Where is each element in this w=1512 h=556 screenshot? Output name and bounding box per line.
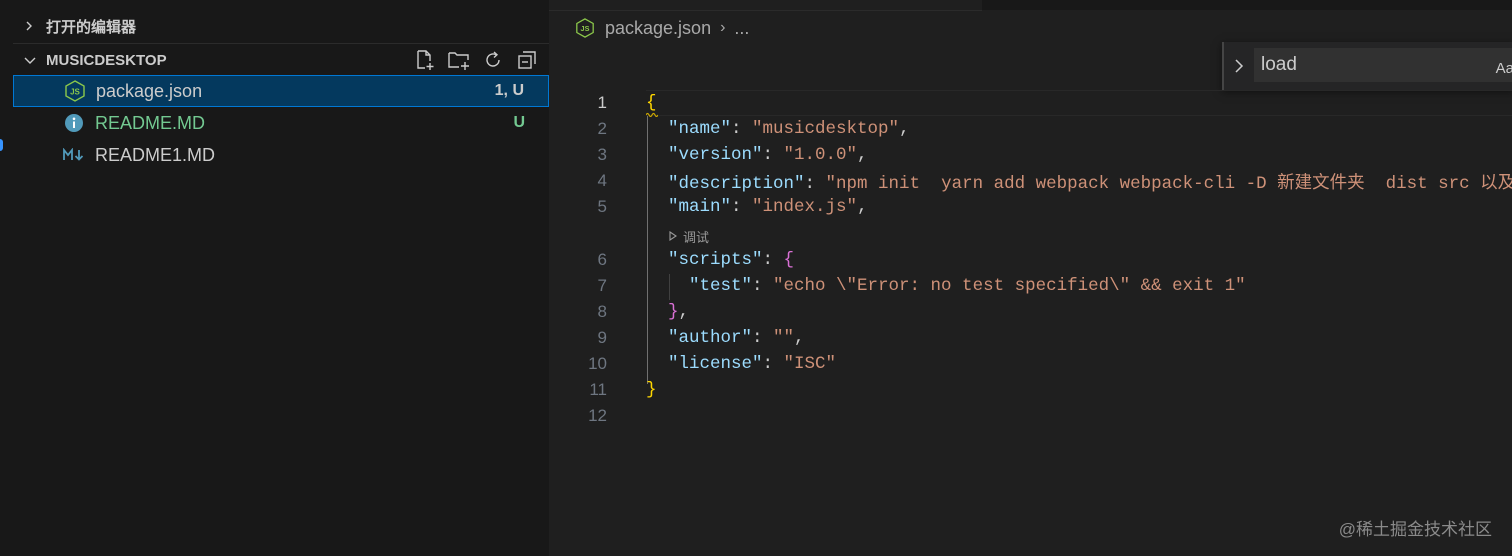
code-text: } <box>646 380 657 400</box>
line-number: 10 <box>588 354 607 373</box>
info-icon <box>63 112 85 134</box>
file-status-badge: 1, U <box>494 82 524 99</box>
code-text: }, <box>668 302 690 322</box>
line-number: 4 <box>597 171 607 190</box>
code-line: 1 { <box>549 90 1512 116</box>
code-line: 8 }, <box>549 299 1512 325</box>
play-icon <box>668 229 678 244</box>
code-line: 11 } <box>549 377 1512 403</box>
code-text: { <box>646 93 657 113</box>
file-name: README.MD <box>95 112 206 133</box>
explorer-sidebar: 打开的编辑器 MUSICDESKTOP JS package.json 1, U… <box>13 0 549 556</box>
code-line: 9 "author": "", <box>549 325 1512 351</box>
json-value: "1.0.0" <box>783 145 858 165</box>
line-number: 12 <box>588 406 607 425</box>
tab-bar-empty <box>982 0 1512 10</box>
code-line: 2 "name": "musicdesktop", <box>549 116 1512 142</box>
code-text: "author": "", <box>668 328 805 348</box>
line-number: 1 <box>597 93 607 112</box>
find-input[interactable]: load Aa <box>1254 48 1512 82</box>
codelens-debug[interactable]: 调试 <box>668 226 709 246</box>
line-number: 3 <box>597 145 607 164</box>
json-key: "main" <box>668 197 732 217</box>
json-key: "author" <box>668 328 753 348</box>
json-key: "name" <box>668 119 732 139</box>
json-key: "description" <box>668 173 805 194</box>
breadcrumb-more[interactable]: ... <box>734 18 749 39</box>
warning-squiggle <box>646 112 658 117</box>
file-status-badge: U <box>513 114 525 131</box>
json-value: "ISC" <box>783 354 837 374</box>
find-input-value: load <box>1261 54 1297 75</box>
line-number: 2 <box>597 119 607 138</box>
code-text: "description": "npm init yarn add webpac… <box>668 169 1512 194</box>
code-text: "version": "1.0.0", <box>668 145 868 165</box>
code-text: "main": "index.js", <box>668 197 868 217</box>
project-title: MUSICDESKTOP <box>46 51 167 69</box>
nodejs-icon: JS <box>64 80 86 102</box>
json-key: "version" <box>668 145 763 165</box>
tab-active[interactable] <box>549 0 982 11</box>
watermark: @稀土掘金技术社区 <box>1338 520 1492 539</box>
line-number: 9 <box>597 328 607 347</box>
open-editors-header[interactable]: 打开的编辑器 <box>13 10 549 42</box>
file-item-readme[interactable]: README.MD U <box>13 107 549 139</box>
code-line: 12 <box>549 403 1512 429</box>
code-text: "name": "musicdesktop", <box>668 119 910 139</box>
breadcrumb-file[interactable]: package.json <box>605 18 711 39</box>
line-number: 11 <box>589 380 607 399</box>
json-key: "license" <box>668 354 763 374</box>
code-line: 5 "main": "index.js", <box>549 194 1512 220</box>
markdown-icon <box>63 144 85 166</box>
line-number: 7 <box>597 276 607 295</box>
line-number: 6 <box>597 250 607 269</box>
activity-indicator <box>0 139 3 151</box>
json-key: "scripts" <box>668 250 763 270</box>
json-brace: { <box>783 250 795 270</box>
json-value: "echo \"Error: no test specified\" && ex… <box>773 276 1246 296</box>
json-value: "" <box>773 328 795 348</box>
refresh-icon[interactable] <box>481 48 505 72</box>
file-name: README1.MD <box>95 144 216 165</box>
svg-text:JS: JS <box>581 24 590 33</box>
json-value: "index.js" <box>752 197 858 217</box>
file-name: package.json <box>96 80 203 101</box>
line-number: 5 <box>597 197 607 216</box>
svg-text:JS: JS <box>70 88 80 97</box>
chevron-right-icon <box>24 21 34 31</box>
editor-pane: JS package.json › ... load Aa 1 { 2 "nam… <box>549 0 1512 556</box>
code-line: 6 "scripts": { <box>549 247 1512 273</box>
project-header[interactable]: MUSICDESKTOP <box>13 43 549 76</box>
chevron-down-icon <box>24 55 36 65</box>
file-item-readme1[interactable]: README1.MD <box>13 139 549 171</box>
match-case-toggle[interactable]: Aa <box>1496 60 1512 77</box>
code-line: 4 "description": "npm init yarn add webp… <box>549 168 1512 194</box>
file-item-package-json[interactable]: JS package.json 1, U <box>13 75 549 107</box>
open-editors-title: 打开的编辑器 <box>46 18 137 36</box>
tab-bar <box>549 0 1512 11</box>
breadcrumb-separator: › <box>720 19 726 36</box>
json-value: "musicdesktop" <box>752 119 900 139</box>
code-line: 10 "license": "ISC" <box>549 351 1512 377</box>
json-key: "test" <box>689 276 753 296</box>
find-widget: load Aa <box>1222 42 1512 90</box>
code-text: "scripts": { <box>668 250 795 270</box>
nodejs-icon: JS <box>576 18 594 38</box>
code-line: 3 "version": "1.0.0", <box>549 142 1512 168</box>
new-file-icon[interactable] <box>413 48 437 72</box>
collapse-all-icon[interactable] <box>515 48 539 72</box>
json-value: "npm init yarn add webpack webpack-cli -… <box>825 173 1512 194</box>
codelens-label: 调试 <box>683 229 710 245</box>
code-line: 7 "test": "echo \"Error: no test specifi… <box>549 273 1512 299</box>
code-text: "test": "echo \"Error: no test specified… <box>689 276 1246 296</box>
activity-bar <box>0 0 13 556</box>
new-folder-icon[interactable] <box>447 48 471 72</box>
breadcrumb: JS package.json › ... <box>575 14 749 42</box>
line-number: 8 <box>597 302 607 321</box>
chevron-right-icon[interactable] <box>1234 58 1244 79</box>
code-text: "license": "ISC" <box>668 354 837 374</box>
json-brace: } <box>668 302 679 322</box>
